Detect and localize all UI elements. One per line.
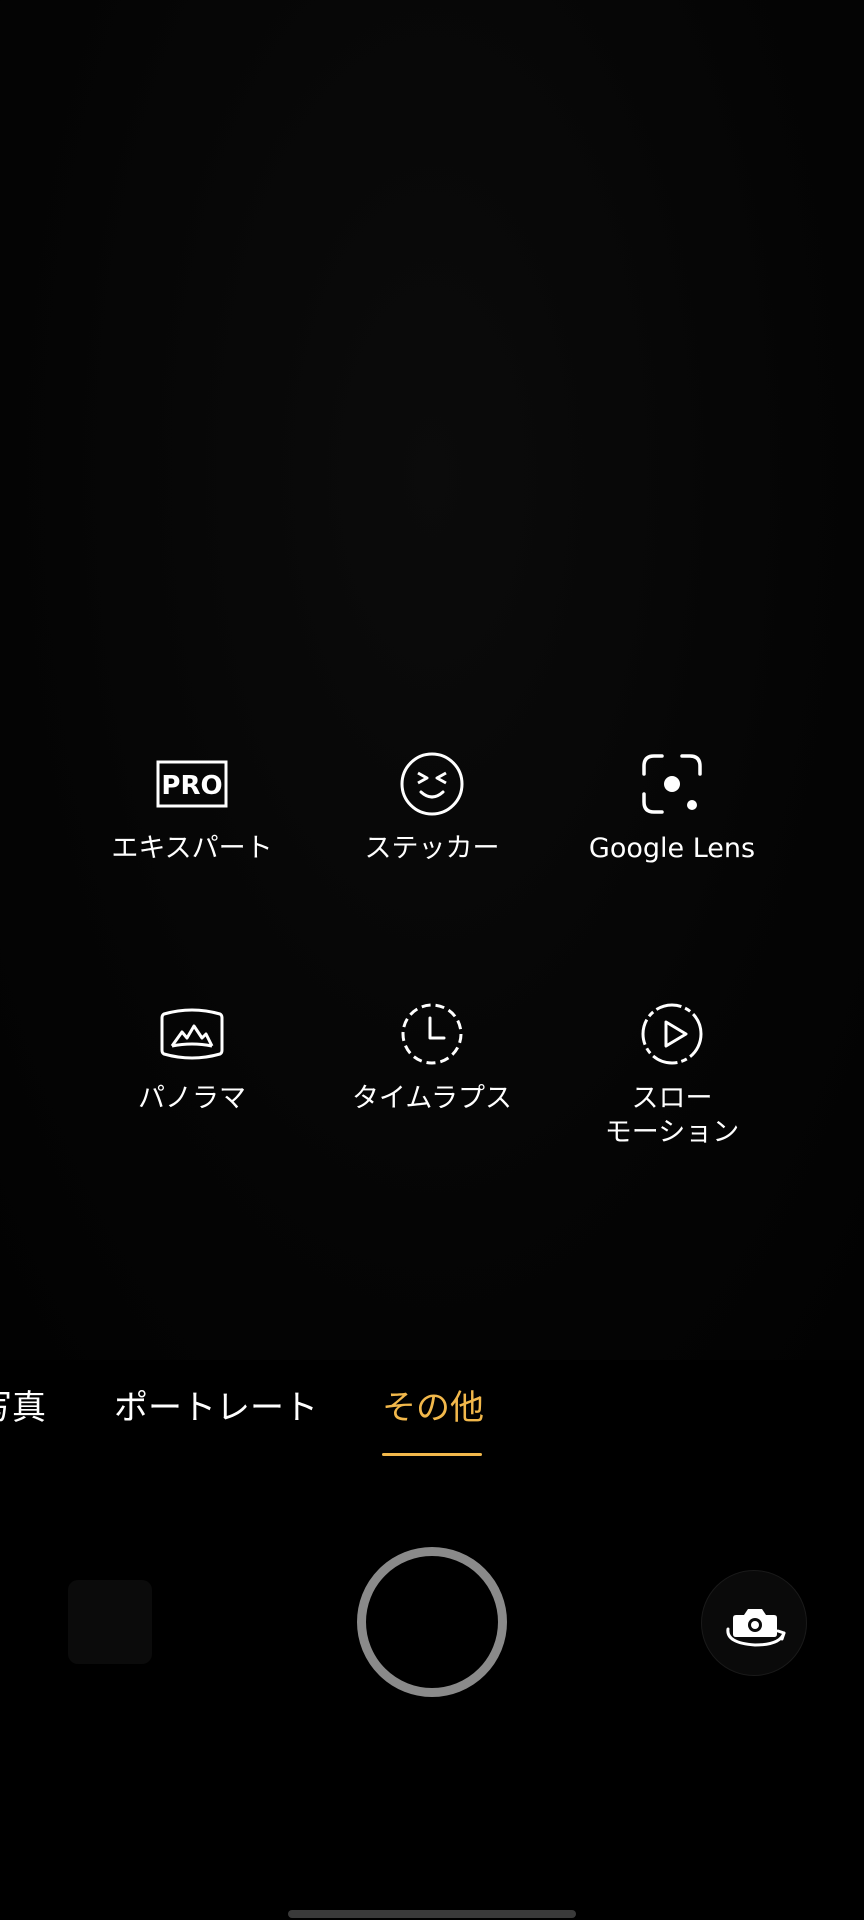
mode-slow-motion[interactable]: スロー モーション xyxy=(552,998,792,1150)
shutter-button[interactable] xyxy=(357,1547,507,1697)
active-tab-indicator xyxy=(382,1453,482,1456)
mode-sticker[interactable]: ステッカー xyxy=(312,748,552,866)
google-lens-icon xyxy=(642,754,702,814)
slow-motion-play-icon xyxy=(641,1003,703,1065)
mode-timelapse[interactable]: タイムラプス xyxy=(312,998,552,1116)
panorama-icon xyxy=(160,1008,224,1060)
tab-portrait[interactable]: ポートレート xyxy=(114,1378,318,1438)
mode-google-lens[interactable]: Google Lens xyxy=(552,748,792,866)
mode-sticker-label: ステッカー xyxy=(364,833,500,864)
mode-expert-label: エキスパート xyxy=(111,833,273,864)
timelapse-clock-icon xyxy=(401,1003,463,1065)
more-modes-grid: PRO エキスパート ステッカー Google Lens パノラマ タイムラプス… xyxy=(0,0,864,1360)
mode-timelapse-label: タイムラプス xyxy=(351,1083,513,1114)
mode-expert[interactable]: PRO エキスパート xyxy=(72,748,312,866)
gallery-thumbnail[interactable] xyxy=(68,1580,152,1664)
tab-other[interactable]: その他 xyxy=(382,1378,484,1438)
svg-text:PRO: PRO xyxy=(161,771,222,801)
camera-mode-tabs: 写真 ポートレート その他 xyxy=(0,1378,864,1458)
switch-camera-icon xyxy=(726,1609,786,1647)
mode-panorama[interactable]: パノラマ xyxy=(72,998,312,1116)
mode-google-lens-label: Google Lens xyxy=(588,833,756,864)
pro-icon: PRO xyxy=(156,760,228,808)
mode-slow-motion-label: スロー モーション xyxy=(604,1083,740,1148)
home-indicator[interactable] xyxy=(288,1910,576,1918)
sticker-face-icon xyxy=(400,752,464,816)
mode-panorama-label: パノラマ xyxy=(138,1083,246,1114)
tab-photo[interactable]: 写真 xyxy=(0,1378,46,1438)
switch-camera-button[interactable] xyxy=(701,1570,807,1676)
